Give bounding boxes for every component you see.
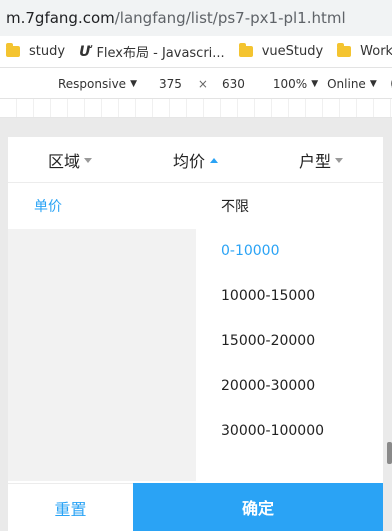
page-scrollbar[interactable]: [387, 442, 392, 464]
flex-icon: Ư: [79, 43, 91, 60]
folder-icon: [6, 43, 20, 57]
chevron-down-icon: ▼: [369, 78, 377, 89]
address-bar[interactable]: m.7gfang.com/langfang/list/ps7-px1-pl1.h…: [0, 0, 392, 36]
option-20000-30000[interactable]: 20000-30000: [221, 363, 315, 408]
mobile-viewport: 区域 均价 户型 单价 不限 0-10000 10000-15000 15000…: [8, 137, 383, 531]
bookmark-flex[interactable]: Ư Flex布局 - Javascri...: [79, 42, 225, 62]
device-select[interactable]: Responsive ▼: [58, 77, 137, 91]
tab-label: 均价: [173, 152, 206, 171]
folder-icon: [238, 43, 253, 57]
device-toolbar: Responsive ▼ 375 × 630 100% ▼ Online ▼: [0, 69, 392, 99]
filter-option-list: 不限 0-10000 10000-15000 15000-20000 20000…: [196, 183, 383, 481]
reset-button[interactable]: 重置: [8, 483, 133, 531]
zoom-label: 100%: [272, 76, 308, 91]
option-30000-100000[interactable]: 30000-100000: [221, 408, 324, 453]
option-15000-20000[interactable]: 15000-20000: [221, 318, 315, 363]
network-select[interactable]: Online ▼: [327, 77, 377, 91]
url-host: m.7gfang.com: [6, 9, 115, 27]
folder-icon: [337, 43, 352, 57]
tab-area[interactable]: 区域: [48, 137, 93, 183]
chevron-down-icon: ▼: [130, 78, 137, 89]
url-path: /langfang/list/ps7-px1-pl1.html: [114, 9, 346, 27]
caret-down-icon: [335, 157, 344, 163]
device-label: Responsive: [58, 76, 127, 91]
caret-up-icon: [210, 157, 219, 163]
tab-price[interactable]: 均价: [173, 137, 219, 183]
width-field[interactable]: 375: [159, 77, 182, 91]
caret-down-icon: [84, 157, 93, 163]
bookmark-work[interactable]: Work: [337, 43, 392, 59]
filter-action-bar: 重置 确定: [8, 483, 383, 531]
bookmark-label: Flex布局 - Javascri...: [96, 46, 225, 61]
height-value: 630: [221, 76, 245, 91]
bookmark-study[interactable]: study: [6, 43, 66, 59]
width-value: 375: [159, 76, 182, 91]
media-query-ruler: [0, 99, 392, 118]
tab-layout[interactable]: 户型: [299, 137, 344, 183]
bookmark-label: study: [29, 44, 66, 59]
height-field[interactable]: 630: [222, 77, 245, 91]
bookmark-vuestudy[interactable]: vueStudy: [238, 43, 324, 59]
tab-label: 户型: [299, 152, 332, 171]
tab-label: 区域: [48, 152, 81, 171]
filter-category-list: 单价: [8, 183, 196, 481]
bookmarks-bar: study Ư Flex布局 - Javascri... vueStudy Wo…: [0, 36, 392, 68]
chevron-down-icon: ▼: [311, 78, 319, 89]
confirm-button[interactable]: 确定: [133, 483, 383, 531]
option-unlimited[interactable]: 不限: [221, 183, 249, 228]
option-10000-15000[interactable]: 10000-15000: [221, 273, 315, 318]
zoom-select[interactable]: 100% ▼: [273, 77, 318, 91]
category-unit-price[interactable]: 单价: [8, 183, 196, 229]
bookmark-label: vueStudy: [261, 44, 324, 59]
option-0-10000[interactable]: 0-10000: [221, 228, 280, 273]
times-icon: ×: [197, 76, 208, 91]
filter-tabs: 区域 均价 户型: [8, 137, 383, 183]
bookmark-label: Work: [360, 44, 392, 59]
network-label: Online: [327, 76, 366, 91]
